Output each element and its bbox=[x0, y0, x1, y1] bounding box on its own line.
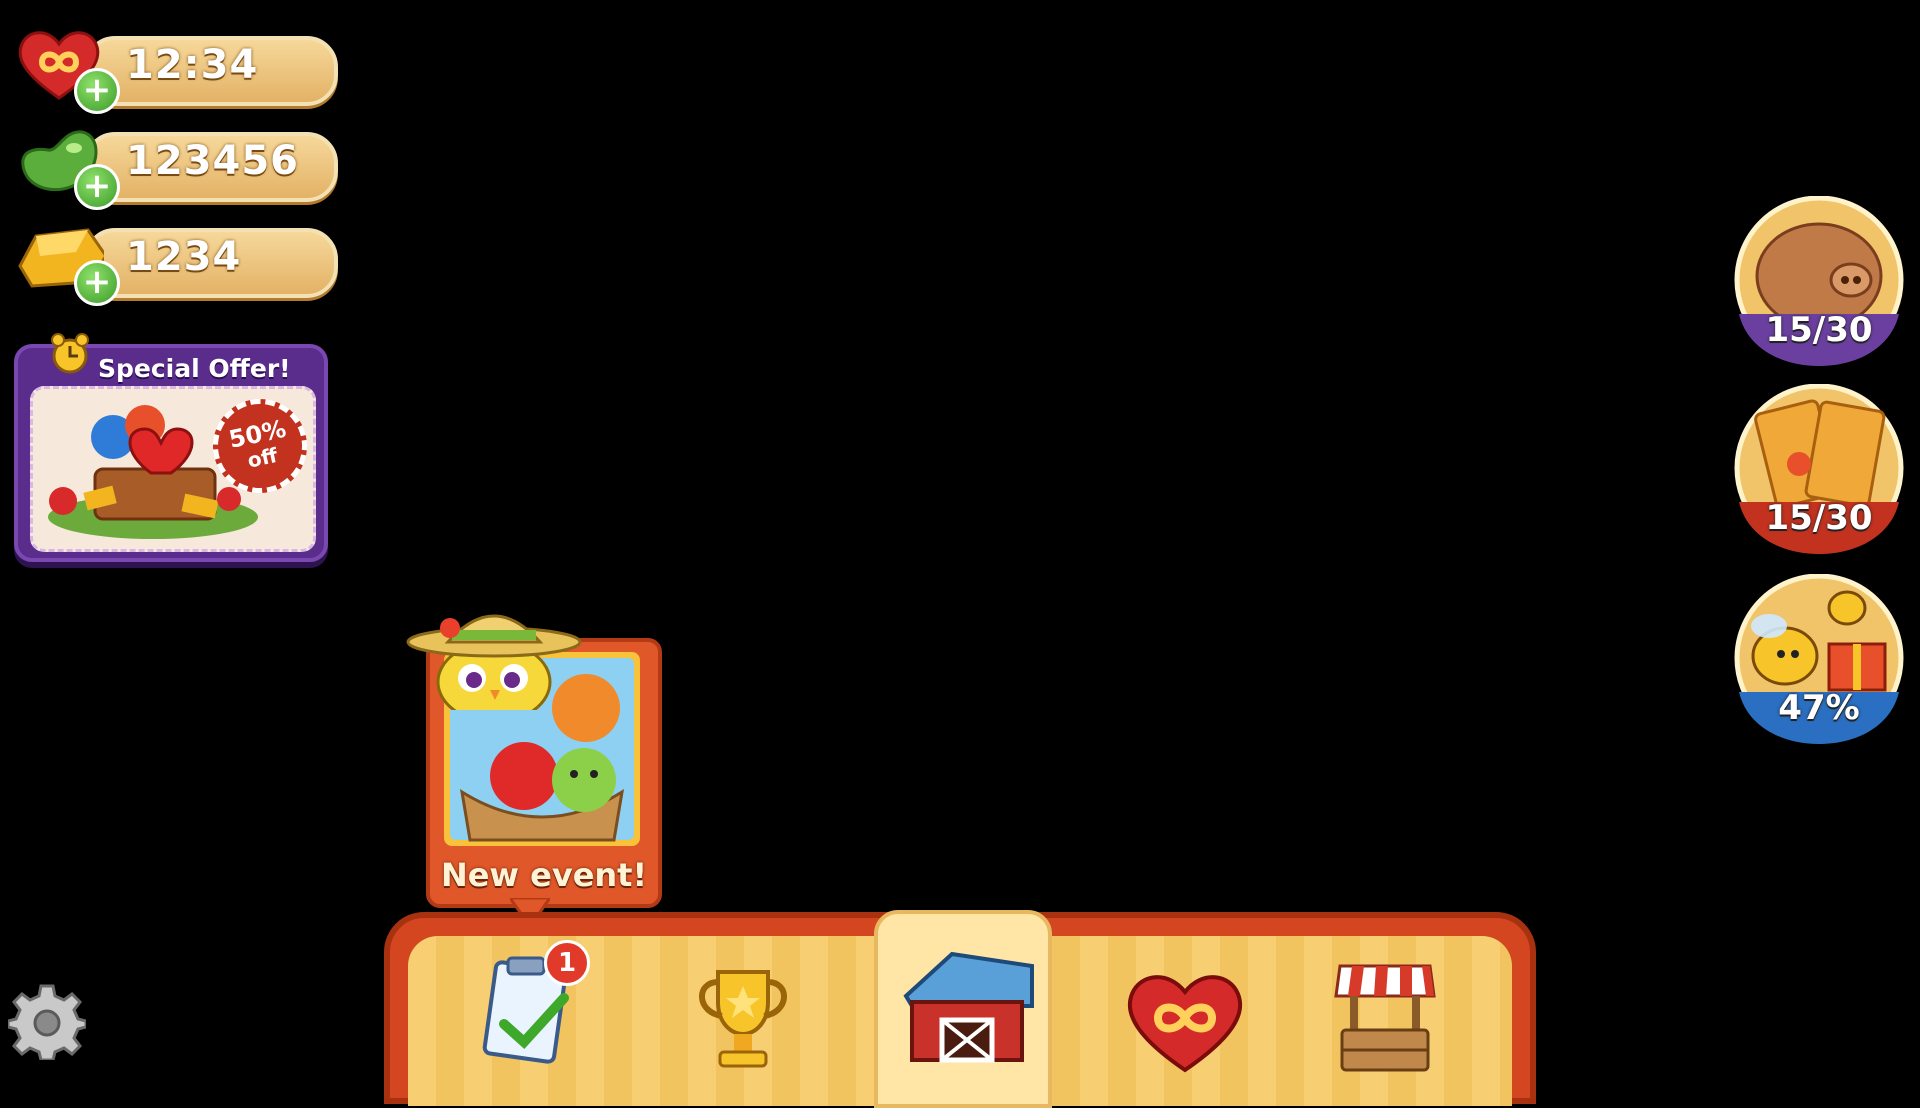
quests-notification-badge: 1 bbox=[544, 940, 590, 986]
lives-timer: 12:34 bbox=[126, 42, 259, 88]
beans-amount: 123456 bbox=[126, 138, 299, 184]
owl-mascot-icon bbox=[406, 614, 582, 710]
beans-counter[interactable]: 123456 + bbox=[14, 120, 338, 210]
card-collection-badge[interactable]: 15/30 bbox=[1733, 383, 1905, 556]
barn-icon bbox=[903, 951, 1034, 1063]
add-beans-button[interactable]: + bbox=[74, 164, 120, 210]
nav-farm-button[interactable] bbox=[892, 936, 1042, 1066]
nav-quests-button[interactable]: 1 bbox=[480, 940, 610, 1080]
nav-shop-button[interactable] bbox=[1330, 956, 1460, 1086]
piggy-bank-badge[interactable]: 15/30 bbox=[1733, 195, 1905, 368]
settings-button[interactable] bbox=[6, 982, 88, 1062]
special-offer-panel[interactable]: Special Offer! 50% off bbox=[14, 333, 328, 562]
bottom-nav-bar: 1 bbox=[384, 910, 1536, 1108]
bee-event-badge[interactable]: 47% bbox=[1733, 573, 1905, 746]
nav-lives-button[interactable] bbox=[1120, 966, 1250, 1096]
gear-icon bbox=[6, 984, 88, 1062]
trophy-icon bbox=[699, 970, 787, 1068]
nav-leaderboard-button[interactable] bbox=[688, 962, 818, 1092]
new-event-label: New event! bbox=[440, 856, 648, 894]
lives-counter[interactable]: 12:34 + bbox=[14, 24, 338, 114]
new-event-card[interactable]: New event! bbox=[404, 590, 662, 946]
add-lives-button[interactable]: + bbox=[74, 68, 120, 114]
alarm-clock-icon bbox=[51, 333, 89, 374]
special-offer-title: Special Offer! bbox=[98, 354, 291, 383]
gold-amount: 1234 bbox=[126, 234, 242, 280]
bee-event-progress: 47% bbox=[1778, 688, 1860, 728]
offer-image: 50% off bbox=[30, 386, 316, 552]
add-gold-button[interactable]: + bbox=[74, 260, 120, 306]
cards-progress: 15/30 bbox=[1765, 498, 1873, 538]
piggy-bank-progress: 15/30 bbox=[1765, 310, 1873, 350]
infinite-heart-icon bbox=[1127, 975, 1243, 1073]
gold-counter[interactable]: 1234 + bbox=[14, 216, 338, 306]
market-stall-icon bbox=[1334, 964, 1436, 1072]
